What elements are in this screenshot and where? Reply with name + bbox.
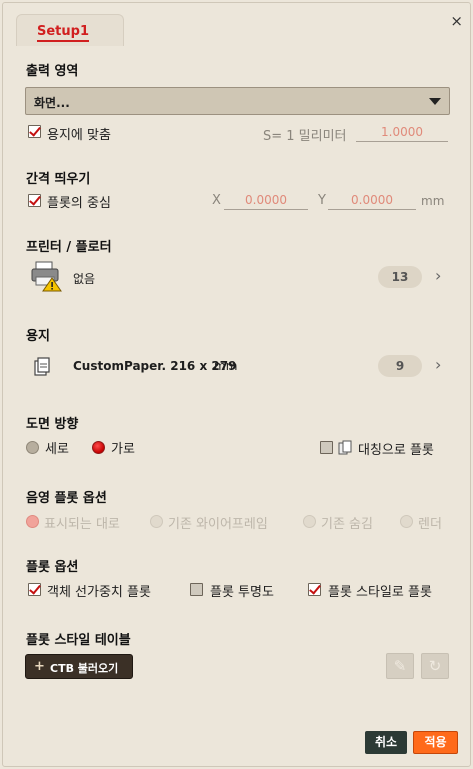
portrait-radio[interactable] bbox=[26, 441, 39, 454]
landscape-label: 가로 bbox=[111, 442, 135, 457]
offset-x-label: X bbox=[212, 193, 221, 208]
transparency-checkbox[interactable] bbox=[190, 583, 203, 596]
fit-paper-label: 용지에 맞춤 bbox=[47, 128, 111, 143]
paper-count-badge: 9 bbox=[378, 355, 422, 377]
flip-page-icon bbox=[338, 440, 352, 456]
style-table-title: 플롯 스타일 테이블 bbox=[26, 633, 131, 648]
tab-setup1[interactable]: Setup1 bbox=[16, 14, 124, 46]
load-ctb-label: CTB 불러오기 bbox=[50, 662, 119, 675]
plus-icon: + bbox=[34, 659, 45, 674]
printer-title: 프린터 / 플로터 bbox=[26, 240, 112, 255]
paper-chevron-right-icon[interactable]: › bbox=[435, 355, 441, 374]
offset-x-input[interactable]: 0.0000 bbox=[224, 193, 308, 210]
scale-input[interactable]: 1.0000 bbox=[356, 125, 448, 142]
shade-option-label: 기존 숨김 bbox=[321, 517, 373, 532]
plot-styles-checkbox[interactable] bbox=[308, 583, 321, 596]
scale-label: S= 1 밀리미터 bbox=[263, 129, 347, 144]
printer-name[interactable]: 없음 bbox=[73, 270, 95, 287]
reverse-checkbox[interactable] bbox=[320, 441, 333, 454]
load-ctb-button[interactable]: + CTB 불러오기 bbox=[25, 654, 133, 679]
printer-count-badge: 13 bbox=[378, 266, 422, 288]
apply-button[interactable]: 적용 bbox=[413, 731, 458, 754]
tab-bar: Setup1 bbox=[16, 14, 468, 46]
offset-unit: mm bbox=[421, 194, 445, 208]
shade-as-displayed-radio[interactable] bbox=[26, 515, 39, 528]
offset-title: 간격 띄우기 bbox=[26, 172, 91, 187]
printer-warning-icon bbox=[30, 260, 62, 292]
edit-icon[interactable]: ✎ bbox=[386, 653, 414, 679]
portrait-label: 세로 bbox=[45, 442, 69, 457]
output-area-title: 출력 영역 bbox=[26, 64, 79, 79]
shade-option-label: 기존 와이어프레임 bbox=[168, 517, 268, 532]
landscape-radio[interactable] bbox=[92, 441, 105, 454]
paper-title: 용지 bbox=[26, 329, 50, 344]
refresh-icon[interactable]: ↻ bbox=[421, 653, 449, 679]
output-area-dropdown-value: 화면... bbox=[34, 96, 70, 110]
plot-styles-label: 플롯 스타일로 플롯 bbox=[328, 585, 432, 600]
offset-y-label: Y bbox=[318, 193, 326, 208]
lineweights-checkbox[interactable] bbox=[28, 583, 41, 596]
paper-name[interactable]: CustomPaper. 216 x 279 bbox=[73, 359, 236, 373]
cancel-button[interactable]: 취소 bbox=[365, 731, 407, 754]
offset-y-input[interactable]: 0.0000 bbox=[328, 193, 416, 210]
shade-hidden-radio[interactable] bbox=[303, 515, 316, 528]
paper-icon bbox=[32, 356, 52, 378]
chevron-down-icon bbox=[429, 98, 441, 105]
lineweights-label: 객체 선가중치 플롯 bbox=[47, 585, 151, 600]
reverse-label: 대칭으로 플롯 bbox=[358, 443, 434, 458]
output-area-dropdown[interactable]: 화면... bbox=[25, 87, 450, 115]
shade-wireframe-radio[interactable] bbox=[150, 515, 163, 528]
shade-title: 음영 플롯 옵션 bbox=[26, 491, 107, 506]
printer-chevron-right-icon[interactable]: › bbox=[435, 266, 441, 285]
center-plot-checkbox[interactable] bbox=[28, 194, 41, 207]
orientation-title: 도면 방향 bbox=[26, 417, 79, 432]
shade-option-label: 렌더 bbox=[418, 517, 442, 532]
plot-options-title: 플롯 옵션 bbox=[26, 560, 79, 575]
shade-option-label: 표시되는 대로 bbox=[44, 517, 120, 532]
shade-render-radio[interactable] bbox=[400, 515, 413, 528]
paper-unit: mm bbox=[214, 359, 238, 373]
center-plot-label: 플롯의 중심 bbox=[47, 196, 111, 211]
tab-setup1-label: Setup1 bbox=[37, 24, 89, 42]
transparency-label: 플롯 투명도 bbox=[210, 585, 274, 600]
close-icon[interactable]: × bbox=[450, 12, 463, 30]
fit-paper-checkbox[interactable] bbox=[28, 125, 41, 138]
